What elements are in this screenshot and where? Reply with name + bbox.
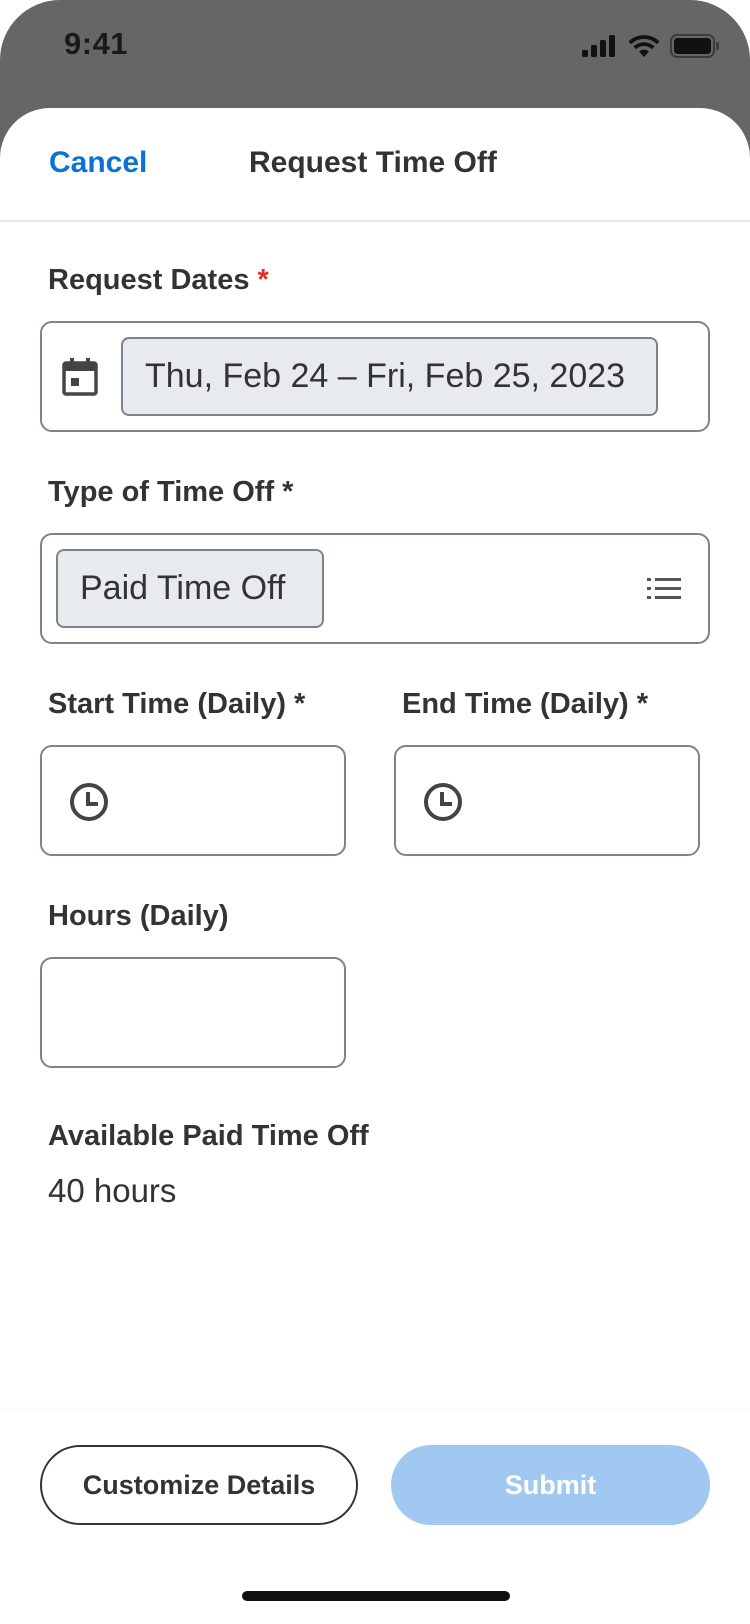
hours-label: Hours (Daily): [48, 900, 229, 932]
required-marker: *: [282, 476, 294, 508]
start-time-label-text: Start Time (Daily): [48, 688, 286, 720]
battery-icon: [670, 34, 720, 63]
request-dates-label: Request Dates *: [48, 264, 269, 297]
time-off-type-field[interactable]: Paid Time Off: [40, 533, 710, 644]
required-marker: *: [257, 264, 269, 296]
list-icon[interactable]: [646, 573, 682, 605]
status-time: 9:41: [64, 26, 129, 61]
nav-bar: Cancel Request Time Off: [0, 108, 750, 222]
required-marker: *: [636, 688, 649, 720]
required-marker: *: [294, 688, 306, 720]
wifi-icon: [628, 34, 660, 63]
time-off-type-pill[interactable]: Paid Time Off: [56, 549, 324, 628]
calendar-icon[interactable]: [60, 357, 100, 397]
end-time-field[interactable]: [394, 745, 700, 856]
request-dates-label-text: Request Dates: [48, 264, 250, 296]
available-pto-value: 40 hours: [48, 1172, 177, 1209]
available-pto-label: Available Paid Time Off: [48, 1120, 369, 1152]
submit-button[interactable]: Submit: [391, 1445, 710, 1525]
date-range-pill[interactable]: Thu, Feb 24 – Fri, Feb 25, 2023: [121, 337, 658, 416]
signal-icon: [582, 35, 618, 62]
clock-icon: [68, 781, 110, 823]
start-time-field[interactable]: [40, 745, 346, 856]
hours-input[interactable]: [40, 957, 346, 1068]
footer-actions: Customize Details Submit: [0, 1411, 750, 1624]
start-time-label: Start Time (Daily) *: [48, 688, 305, 721]
status-icons: [582, 34, 720, 63]
phone-frame: 9:41 Cancel Request Time Off Request Dat…: [0, 0, 750, 1624]
request-dates-field[interactable]: Thu, Feb 24 – Fri, Feb 25, 2023: [40, 321, 710, 432]
request-sheet: Cancel Request Time Off Request Dates * …: [0, 108, 750, 1624]
end-time-label-text: End Time (Daily): [402, 688, 629, 720]
time-off-type-label-text: Type of Time Off: [48, 476, 275, 508]
customize-details-button[interactable]: Customize Details: [40, 1445, 358, 1525]
end-time-label: End Time (Daily) *: [402, 688, 648, 721]
cancel-button[interactable]: Cancel: [49, 146, 147, 180]
clock-icon: [422, 781, 464, 823]
time-off-type-label: Type of Time Off *: [48, 476, 293, 509]
page-title: Request Time Off: [249, 146, 497, 179]
status-bar: 9:41: [0, 0, 750, 100]
home-indicator[interactable]: [242, 1591, 510, 1601]
